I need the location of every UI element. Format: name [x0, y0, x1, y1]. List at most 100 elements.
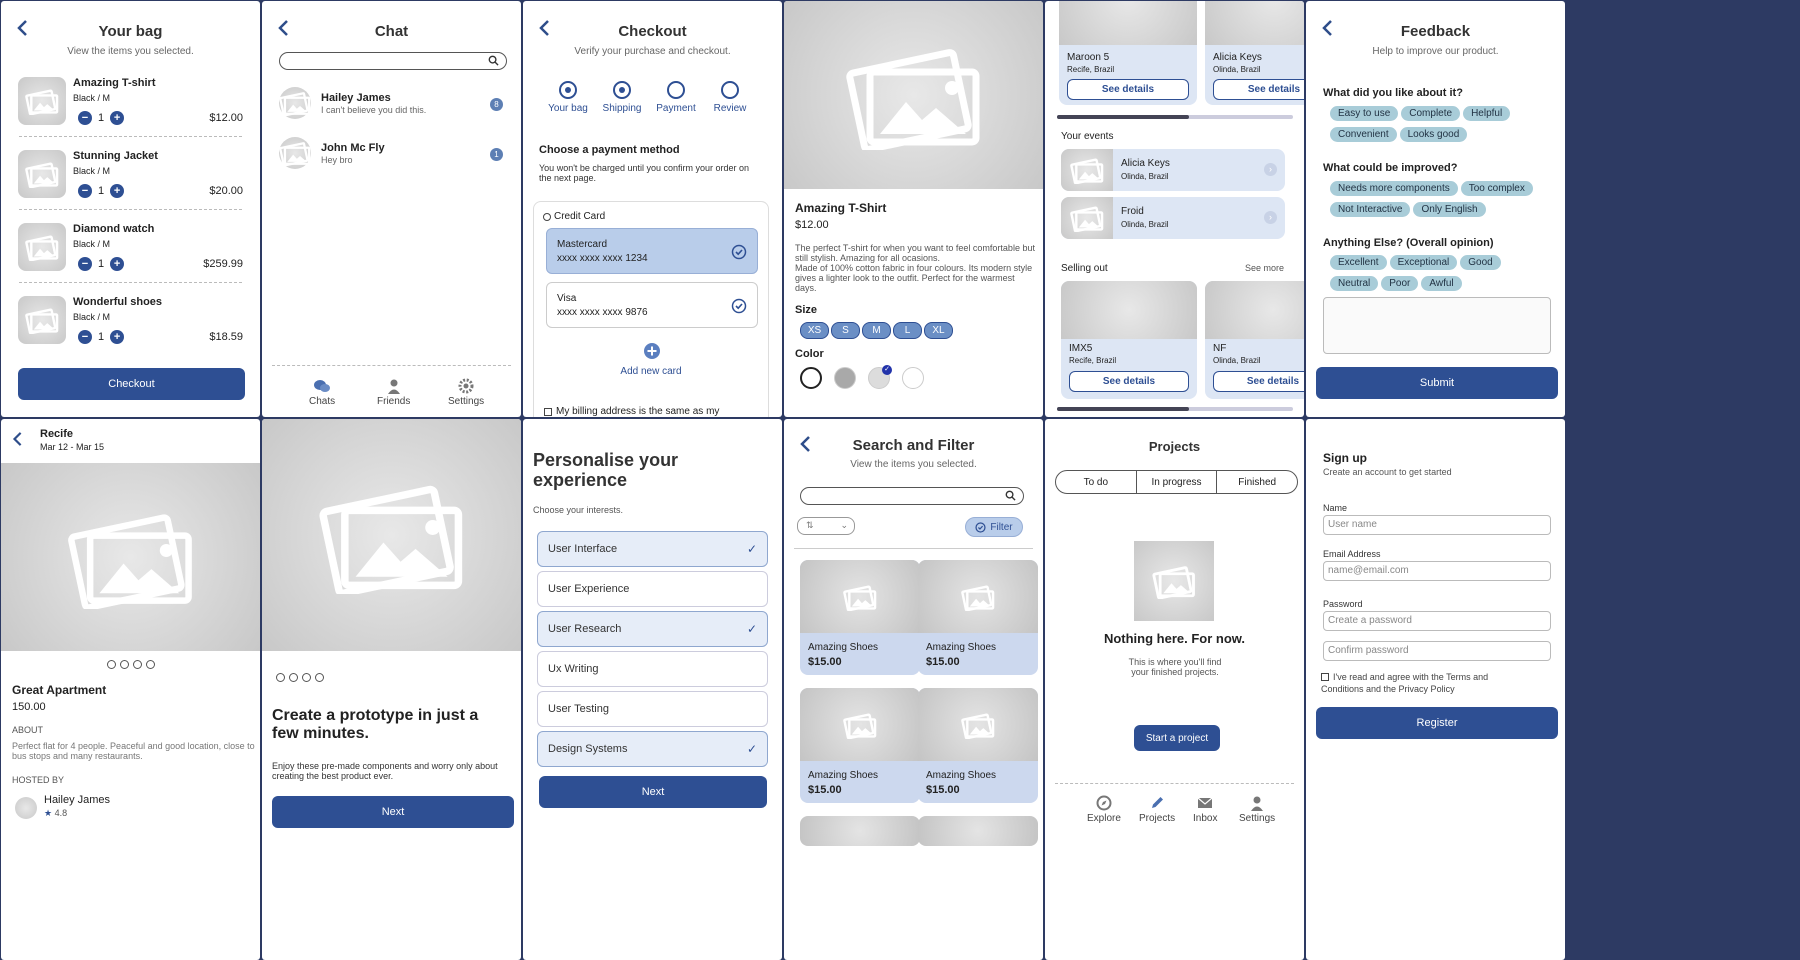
event-card[interactable]: IMX5 Recife, Brazil See details [1061, 281, 1197, 399]
confirm-password-field[interactable]: Confirm password [1323, 641, 1551, 661]
interest-option[interactable]: Ux Writing [537, 651, 768, 687]
increase-button[interactable]: + [110, 111, 125, 125]
event-card[interactable]: Alicia Keys Olinda, Brazil See details [1205, 1, 1304, 105]
answer-option[interactable]: Needs more components [1330, 181, 1458, 196]
nav-explore[interactable]: Explore [1087, 795, 1121, 824]
chat-row[interactable]: John Mc Fly Hey bro 1 [279, 137, 507, 171]
color-swatch[interactable] [800, 367, 822, 389]
tab-to-do[interactable]: To do [1056, 471, 1137, 493]
nav-projects[interactable]: Projects [1139, 795, 1175, 824]
quantity-stepper[interactable]: −1 + [78, 111, 125, 125]
password-field[interactable]: Create a password [1323, 611, 1551, 631]
product-card[interactable] [800, 816, 920, 846]
register-button[interactable]: Register [1316, 707, 1558, 739]
see-more-link[interactable]: See more [1245, 263, 1284, 273]
interest-label: User Experience [548, 583, 630, 595]
checkout-button[interactable]: Checkout [18, 368, 245, 400]
answer-option[interactable]: Convenient [1330, 127, 1397, 142]
sort-select[interactable]: ⇅ ⌄ [797, 517, 855, 535]
answer-option[interactable]: Not Interactive [1330, 202, 1411, 217]
see-details-button[interactable]: See details [1213, 79, 1304, 100]
size-option-xl[interactable]: XL [924, 322, 953, 339]
answer-option[interactable]: Poor [1381, 276, 1419, 291]
event-card[interactable]: Maroon 5 Recife, Brazil See details [1059, 1, 1197, 105]
size-option-l[interactable]: L [893, 322, 922, 339]
nav-friends[interactable]: Friends [377, 378, 410, 407]
interest-option[interactable]: User Research ✓ [537, 611, 768, 647]
start-project-button[interactable]: Start a project [1134, 725, 1220, 751]
carousel-dots[interactable] [1, 660, 260, 672]
nav-chats[interactable]: Chats [309, 378, 335, 407]
email-field[interactable]: name@email.com [1323, 561, 1551, 581]
interest-option[interactable]: User Testing [537, 691, 768, 727]
interest-option[interactable]: Design Systems ✓ [537, 731, 768, 767]
answer-option[interactable]: Good [1460, 255, 1501, 270]
your-event-row[interactable]: Alicia Keys Olinda, Brazil › [1061, 149, 1285, 191]
tab-in-progress[interactable]: In progress [1137, 471, 1218, 493]
decrease-button[interactable]: − [78, 111, 92, 125]
answer-option[interactable]: Helpful [1463, 106, 1511, 121]
credit-card-radio[interactable]: Credit Card [543, 211, 605, 222]
interest-option[interactable]: User Interface ✓ [537, 531, 768, 567]
size-option-xs[interactable]: XS [800, 322, 829, 339]
quantity-stepper[interactable]: −1 + [78, 257, 125, 271]
carousel-dots[interactable] [274, 673, 326, 685]
increase-button[interactable]: + [110, 330, 125, 344]
back-arrow-icon[interactable] [11, 431, 25, 447]
card-visa[interactable]: Visa xxxx xxxx xxxx 9876 [546, 282, 758, 328]
decrease-button[interactable]: − [78, 330, 92, 344]
answer-option[interactable]: Only English [1413, 202, 1486, 217]
feedback-textarea[interactable] [1323, 297, 1551, 354]
interest-option[interactable]: User Experience [537, 571, 768, 607]
color-swatch[interactable]: ✓ [868, 365, 892, 389]
color-swatch[interactable] [834, 367, 856, 389]
size-option-s[interactable]: S [831, 322, 860, 339]
see-details-button[interactable]: See details [1069, 371, 1189, 392]
color-swatch[interactable] [902, 367, 924, 389]
answer-option[interactable]: Too complex [1460, 181, 1533, 196]
decrease-button[interactable]: − [78, 184, 92, 198]
product-card[interactable]: Amazing Shoes $15.00 [800, 688, 920, 803]
quantity-stepper[interactable]: −1 + [78, 330, 125, 344]
product-card[interactable]: Amazing Shoes $15.00 [918, 688, 1038, 803]
decrease-button[interactable]: − [78, 257, 92, 271]
increase-button[interactable]: + [110, 184, 125, 198]
next-button[interactable]: Next [539, 776, 767, 808]
size-option-m[interactable]: M [862, 322, 891, 339]
tab-finished[interactable]: Finished [1217, 471, 1297, 493]
add-card-label[interactable]: Add new card [534, 366, 768, 377]
search-input[interactable] [800, 487, 1024, 505]
see-details-button[interactable]: See details [1067, 79, 1189, 100]
answer-option[interactable]: Excellent [1330, 255, 1387, 270]
quantity-stepper[interactable]: −1 + [78, 184, 125, 198]
chevron-right-icon[interactable]: › [1264, 211, 1277, 224]
chat-row[interactable]: Hailey James I can't believe you did thi… [279, 87, 507, 121]
scrollbar[interactable] [1057, 115, 1293, 119]
event-card[interactable]: NF Olinda, Brazil See details [1205, 281, 1304, 399]
see-details-button[interactable]: See details [1213, 371, 1304, 392]
answer-option[interactable]: Awful [1421, 276, 1462, 291]
nav-settings[interactable]: Settings [1239, 795, 1275, 824]
search-input[interactable] [279, 52, 507, 70]
answer-option[interactable]: Exceptional [1389, 255, 1458, 270]
card-mastercard[interactable]: Mastercard xxxx xxxx xxxx 1234 [546, 228, 758, 274]
chevron-right-icon[interactable]: › [1264, 163, 1277, 176]
answer-option[interactable]: Neutral [1330, 276, 1379, 291]
answer-option[interactable]: Looks good [1399, 127, 1468, 142]
product-card[interactable]: Amazing Shoes $15.00 [918, 560, 1038, 675]
nav-inbox[interactable]: Inbox [1193, 795, 1217, 824]
billing-checkbox[interactable]: My billing address is the same as my [544, 406, 719, 417]
filter-button[interactable]: Filter [965, 517, 1023, 537]
add-circle-icon[interactable] [643, 342, 661, 360]
answer-option[interactable]: Easy to use [1330, 106, 1399, 121]
product-card[interactable] [918, 816, 1038, 846]
your-event-row[interactable]: Froid Olinda, Brazil › [1061, 197, 1285, 239]
increase-button[interactable]: + [110, 257, 125, 271]
submit-button[interactable]: Submit [1316, 367, 1558, 399]
product-card[interactable]: Amazing Shoes $15.00 [800, 560, 920, 675]
next-button[interactable]: Next [272, 796, 514, 828]
answer-option[interactable]: Complete [1401, 106, 1461, 121]
nav-settings[interactable]: Settings [448, 378, 484, 407]
scrollbar[interactable] [1057, 407, 1293, 411]
name-field[interactable]: User name [1323, 515, 1551, 535]
